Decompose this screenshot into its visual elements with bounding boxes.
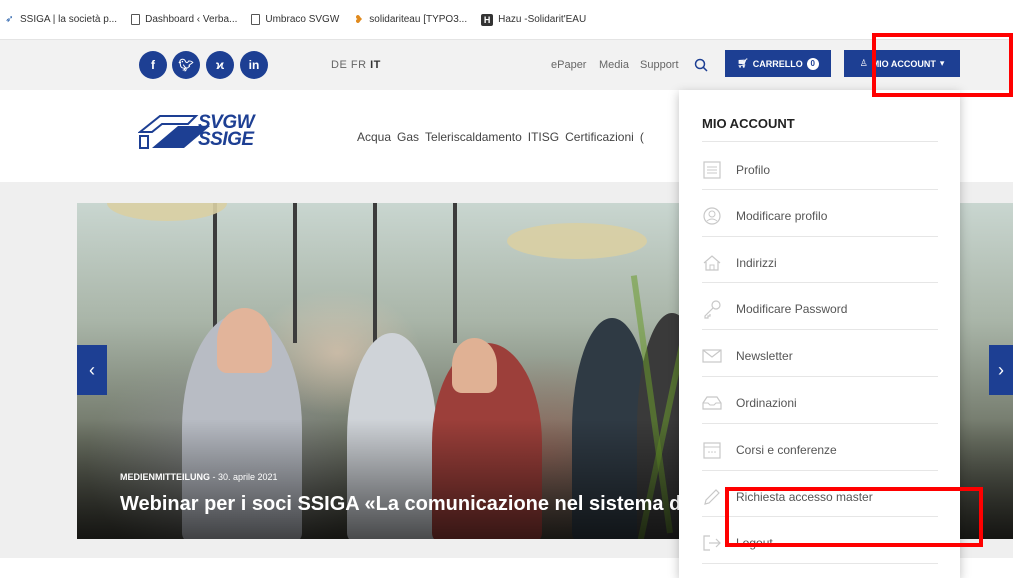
slider-prev-button[interactable]: ‹: [77, 345, 107, 395]
lang-fr[interactable]: FR: [351, 59, 367, 71]
logout-icon: [703, 535, 721, 551]
cart-label: CARRELLO: [752, 58, 803, 69]
divider: [702, 189, 938, 190]
menu-item-addresses[interactable]: Indirizzi: [702, 240, 938, 286]
window-frame: [137, 203, 217, 343]
person-figure: [217, 308, 272, 373]
hero-category: MEDIENMITTEILUNG: [120, 472, 210, 482]
pencil-icon: [704, 489, 720, 505]
menu-item-label: Modificare profilo: [736, 209, 828, 223]
menu-item-courses[interactable]: Corsi e conferenze: [702, 427, 938, 473]
linkedin-icon: in: [248, 58, 260, 72]
dropdown-title: MIO ACCOUNT: [702, 116, 795, 131]
bookmark-hazu[interactable]: H Hazu -Solidarit'EAU: [481, 13, 587, 26]
menu-item-change-password[interactable]: Modificare Password: [702, 286, 938, 332]
cart-button[interactable]: 🛒︎ CARRELLO 0: [725, 50, 831, 77]
slider-next-button[interactable]: ›: [989, 345, 1013, 395]
chevron-right-icon: ›: [998, 359, 1004, 380]
main-nav: Acqua Gas Teleriscaldamento ITISG Certif…: [357, 130, 644, 144]
divider: [702, 470, 938, 471]
menu-item-label: Corsi e conferenze: [736, 443, 837, 457]
window-frame: [377, 203, 457, 343]
user-icon: ♙: [859, 58, 868, 68]
page-icon: [131, 14, 141, 25]
menu-item-label: Indirizzi: [736, 256, 777, 270]
divider: [702, 141, 938, 142]
bookmark-label: Dashboard ‹ Verba...: [145, 14, 238, 25]
twitter-icon: 🐦︎: [178, 58, 194, 72]
nav-item-truncated[interactable]: (: [640, 130, 644, 144]
media-link[interactable]: Media: [599, 59, 629, 71]
bookmark-dashboard[interactable]: Dashboard ‹ Verba...: [131, 14, 237, 25]
logo-line-2: SSIGE: [198, 129, 254, 150]
nav-item-itisg[interactable]: ITISG: [528, 130, 559, 144]
window-frame: [297, 203, 377, 343]
calendar-icon: [703, 442, 721, 459]
home-icon: [703, 255, 721, 271]
cart-count-badge: 0: [806, 57, 819, 70]
user-circle-icon: [703, 207, 721, 225]
menu-item-label: Ordinazioni: [736, 396, 797, 410]
hero-title[interactable]: Webinar per i soci SSIGA «La comunicazio…: [120, 493, 687, 516]
menu-item-label: Modificare Password: [736, 302, 848, 316]
bookmark-label: Hazu -Solidarit'EAU: [498, 14, 587, 25]
menu-item-newsletter[interactable]: Newsletter: [702, 333, 938, 379]
svgw-logo[interactable]: SVGW SSIGE: [137, 108, 268, 160]
nav-item-teleriscaldamento[interactable]: Teleriscaldamento: [425, 130, 522, 144]
epaper-link[interactable]: ePaper: [551, 59, 586, 71]
divider: [702, 236, 938, 237]
bird-icon: ➶: [5, 14, 14, 25]
facebook-icon: f: [151, 58, 155, 72]
nav-item-gas[interactable]: Gas: [397, 130, 419, 144]
menu-item-label: Newsletter: [736, 349, 793, 363]
bookmarks-bar: ➶ SSIGA | la società p... Dashboard ‹ Ve…: [0, 0, 1013, 40]
divider: [702, 282, 938, 283]
divider: [702, 376, 938, 377]
page-icon: [251, 14, 261, 25]
hero-meta: MEDIENMITTEILUNG - 30. aprile 2021: [120, 472, 278, 482]
hero-date: 30. aprile 2021: [218, 472, 278, 482]
support-link[interactable]: Support: [640, 59, 679, 71]
nav-item-certificazioni[interactable]: Certificazioni: [565, 130, 634, 144]
bookmark-label: Umbraco SVGW: [265, 14, 340, 25]
annotation-box-master-access: [725, 487, 983, 547]
nav-item-acqua[interactable]: Acqua: [357, 130, 391, 144]
linkedin-link[interactable]: in: [240, 51, 268, 79]
chevron-left-icon: ‹: [89, 359, 95, 380]
inbox-icon: [702, 396, 722, 410]
heart-icon: ❥: [354, 14, 364, 26]
xing-icon: ϰ: [215, 58, 225, 72]
envelope-icon: [702, 349, 722, 363]
facebook-link[interactable]: f: [139, 51, 167, 79]
key-icon: [704, 300, 721, 319]
menu-item-orders[interactable]: Ordinazioni: [702, 380, 938, 426]
cart-icon: 🛒︎: [737, 58, 749, 68]
h-icon: H: [481, 13, 494, 26]
bookmark-label: SSIGA | la società p...: [20, 14, 118, 25]
twitter-link[interactable]: 🐦︎: [172, 51, 200, 79]
bookmark-solidariteau[interactable]: ❥ solidariteau [TYPO3...: [353, 14, 468, 26]
bookmark-ssiga[interactable]: ➶ SSIGA | la società p...: [4, 14, 117, 25]
menu-item-edit-profile[interactable]: Modificare profilo: [702, 193, 938, 239]
xing-link[interactable]: ϰ: [206, 51, 234, 79]
language-switcher: DE FR IT: [331, 59, 381, 71]
annotation-box-account: [872, 33, 1013, 97]
divider: [702, 563, 938, 564]
bookmark-umbraco[interactable]: Umbraco SVGW: [251, 14, 339, 25]
divider: [702, 423, 938, 424]
lang-it[interactable]: IT: [370, 59, 381, 71]
profile-list-icon: [703, 161, 721, 179]
search-icon[interactable]: [694, 58, 708, 72]
menu-item-label: Profilo: [736, 163, 771, 177]
logo-text: SVGW SSIGE: [198, 113, 255, 150]
divider: [702, 329, 938, 330]
lang-de[interactable]: DE: [331, 59, 347, 71]
menu-item-profile[interactable]: Profilo: [702, 147, 938, 193]
utility-bar: f 🐦︎ ϰ in DE FR IT ePaper Media Support …: [0, 40, 1013, 90]
bookmark-label: solidariteau [TYPO3...: [369, 14, 468, 25]
ceiling-lamp: [507, 223, 647, 259]
person-figure: [452, 338, 497, 393]
